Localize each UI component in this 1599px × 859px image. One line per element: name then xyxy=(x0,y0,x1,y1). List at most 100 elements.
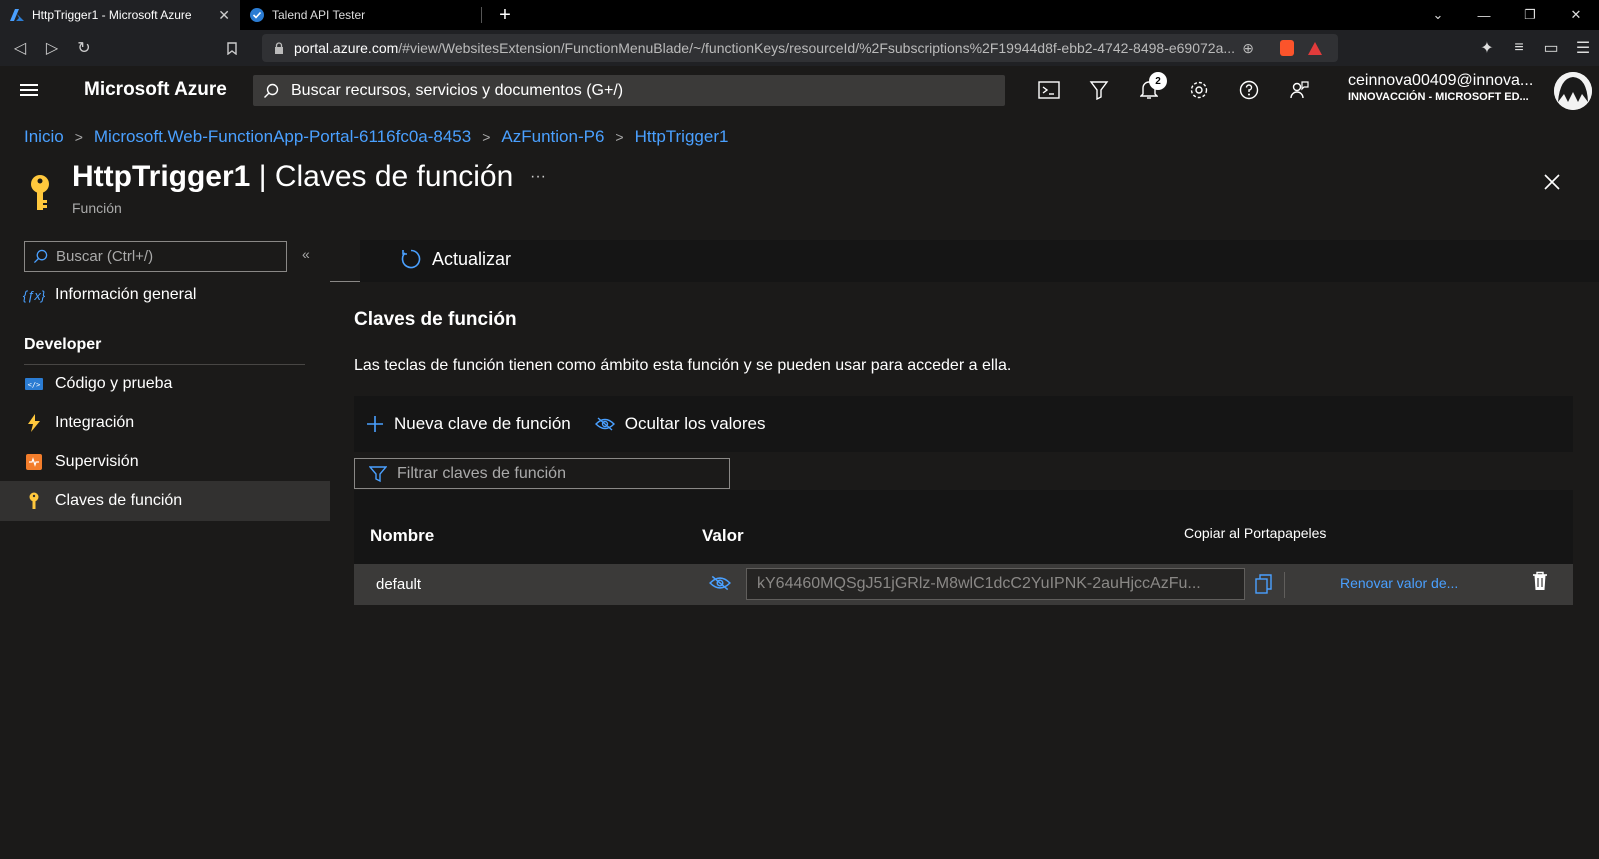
browser-toolbar-right: ✦ ≡ ▭ ☰ xyxy=(1471,30,1599,66)
filter-placeholder: Filtrar claves de función xyxy=(397,464,566,482)
close-blade-icon[interactable] xyxy=(1540,170,1564,194)
reload-icon[interactable]: ↻ xyxy=(68,32,100,64)
sidebar-item-label: Claves de función xyxy=(55,492,183,509)
filter-icon xyxy=(369,465,387,482)
browser-tab-strip: HttpTrigger1 - Microsoft Azure ✕ Talend … xyxy=(0,0,1599,30)
section-description: Las teclas de función tienen como ámbito… xyxy=(354,357,1012,374)
hide-values-button[interactable]: Ocultar los valores xyxy=(594,414,766,434)
command-bar-surface: Actualizar xyxy=(360,240,1599,282)
feedback-icon[interactable] xyxy=(1274,66,1324,114)
sidebar-item-function-keys[interactable]: Claves de función xyxy=(0,481,330,521)
account-org: INNOVACCIÓN - MICROSOFT ED... xyxy=(1348,91,1529,103)
filter-keys-input[interactable]: Filtrar claves de función xyxy=(354,458,730,489)
section-title: Claves de función xyxy=(354,309,517,330)
bookmark-icon[interactable] xyxy=(216,32,248,64)
show-value-eye-icon[interactable] xyxy=(709,574,731,592)
brave-shield-icon[interactable] xyxy=(1280,40,1294,56)
cloud-shell-icon[interactable] xyxy=(1024,66,1074,114)
menu-icon[interactable]: ☰ xyxy=(1567,38,1599,58)
browser-tab-title: Talend API Tester xyxy=(272,8,366,22)
renew-value-link[interactable]: Renovar valor de... xyxy=(1340,575,1458,591)
code-icon: </> xyxy=(24,374,44,394)
delete-trash-icon[interactable] xyxy=(1532,571,1548,591)
account-menu[interactable]: ceinnova00409@innova... INNOVACCIÓN - MI… xyxy=(1348,72,1548,103)
menu-search-placeholder: Buscar (Ctrl+/) xyxy=(56,248,154,265)
sidebar-item-label: Información general xyxy=(55,286,197,303)
refresh-label: Actualizar xyxy=(432,248,512,269)
address-bar-row: ◁ ▷ ↻ portal.azure.com /#view/WebsitesEx… xyxy=(0,30,1599,66)
eye-hide-icon xyxy=(594,417,615,431)
brand-title[interactable]: Microsoft Azure xyxy=(84,79,252,101)
settings-gear-icon[interactable] xyxy=(1174,66,1224,114)
sidebar-item-integration[interactable]: Integración xyxy=(0,403,330,443)
key-icon xyxy=(24,491,44,511)
notifications-bell-icon[interactable]: 2 xyxy=(1124,66,1174,114)
divider xyxy=(1284,572,1285,598)
breadcrumb-httptrigger[interactable]: HttpTrigger1 xyxy=(635,127,729,147)
browser-tab-azure[interactable]: HttpTrigger1 - Microsoft Azure ✕ xyxy=(0,0,240,30)
azure-logo-icon xyxy=(10,8,24,22)
more-options-icon[interactable]: ··· xyxy=(530,168,546,186)
forward-icon[interactable]: ▷ xyxy=(36,32,68,64)
zoom-icon[interactable]: ⊕ xyxy=(1242,40,1254,57)
search-icon xyxy=(33,249,48,264)
close-tab-icon[interactable]: ✕ xyxy=(218,7,230,24)
function-icon: {ƒx} xyxy=(22,287,46,303)
breadcrumb-azfunction[interactable]: AzFuntion-P6 xyxy=(501,127,604,147)
page-title-blade: | Claves de función xyxy=(250,160,514,193)
collapse-menu-icon[interactable]: « xyxy=(302,246,310,262)
tab-divider xyxy=(481,7,482,23)
page-header: HttpTrigger1 | Claves de función Función xyxy=(24,160,513,216)
menu-search-input[interactable]: Buscar (Ctrl+/) xyxy=(24,241,287,272)
keys-toolbar: Nueva clave de función Ocultar los valor… xyxy=(354,396,1573,452)
key-value-field[interactable]: kY64460MQSgJ51jGRlz-M8wlC1dcC2YuIPNK-2au… xyxy=(746,568,1245,600)
keys-table: Nombre Valor Copiar al Portapapeles defa… xyxy=(354,490,1573,605)
sidebar-item-label: Integración xyxy=(55,414,135,431)
playlist-icon[interactable]: ≡ xyxy=(1503,39,1535,57)
new-tab-button[interactable]: + xyxy=(490,0,520,30)
page-subtitle: Función xyxy=(72,200,122,216)
copy-icon[interactable] xyxy=(1255,574,1273,594)
directory-filter-icon[interactable] xyxy=(1074,66,1124,114)
sidebar-item-monitoring[interactable]: Supervisión xyxy=(0,442,330,482)
breadcrumb-inicio[interactable]: Inicio xyxy=(24,127,64,147)
breadcrumb-function-app[interactable]: Microsoft.Web-FunctionApp-Portal-6116fc0… xyxy=(94,127,471,147)
hamburger-menu-icon[interactable] xyxy=(0,66,58,114)
chevron-right-icon: > xyxy=(615,129,624,145)
account-user: ceinnova00409@innova... xyxy=(1348,72,1534,89)
url-field[interactable]: portal.azure.com /#view/WebsitesExtensio… xyxy=(262,34,1338,62)
wallet-icon[interactable]: ▭ xyxy=(1535,38,1567,58)
back-icon[interactable]: ◁ xyxy=(4,32,36,64)
sidebar-item-label: Supervisión xyxy=(55,453,139,470)
browser-tab-title: HttpTrigger1 - Microsoft Azure xyxy=(32,8,192,22)
sidebar-item-code-test[interactable]: </> Código y prueba xyxy=(0,364,330,404)
column-header-name[interactable]: Nombre xyxy=(370,526,434,546)
page-title-resource: HttpTrigger1 xyxy=(72,160,251,193)
svg-text:</>: </> xyxy=(28,381,41,389)
search-icon xyxy=(264,83,279,98)
brave-rewards-icon[interactable] xyxy=(1308,41,1322,55)
breadcrumb: Inicio > Microsoft.Web-FunctionApp-Porta… xyxy=(24,127,728,147)
refresh-icon xyxy=(401,249,421,269)
close-window-button[interactable]: ✕ xyxy=(1553,0,1599,30)
new-function-key-button[interactable]: Nueva clave de función xyxy=(366,414,571,434)
tab-search-icon[interactable]: ⌄ xyxy=(1415,0,1461,30)
help-icon[interactable] xyxy=(1224,66,1274,114)
window-controls: ⌄ — ❐ ✕ xyxy=(1415,0,1599,30)
avatar[interactable] xyxy=(1554,72,1592,110)
extensions-icon[interactable]: ✦ xyxy=(1471,38,1503,58)
chevron-right-icon: > xyxy=(482,129,491,145)
minimize-button[interactable]: — xyxy=(1461,0,1507,30)
column-header-value[interactable]: Valor xyxy=(702,526,744,546)
browser-tab-talend[interactable]: Talend API Tester xyxy=(240,0,480,30)
global-search-input[interactable]: Buscar recursos, servicios y documentos … xyxy=(253,75,1005,106)
sidebar-item-overview[interactable]: {ƒx} Información general xyxy=(0,275,330,315)
refresh-button[interactable]: Actualizar xyxy=(400,248,511,270)
key-name: default xyxy=(376,576,422,593)
command-bar: Actualizar xyxy=(330,232,1599,282)
search-placeholder: Buscar recursos, servicios y documentos … xyxy=(291,81,624,99)
lightning-icon xyxy=(24,413,44,433)
restore-button[interactable]: ❐ xyxy=(1507,0,1553,30)
page-title: HttpTrigger1 | Claves de función xyxy=(72,160,513,194)
table-row: default kY64460MQSgJ51jGRlz-M8wlC1dcC2Yu… xyxy=(354,564,1573,605)
